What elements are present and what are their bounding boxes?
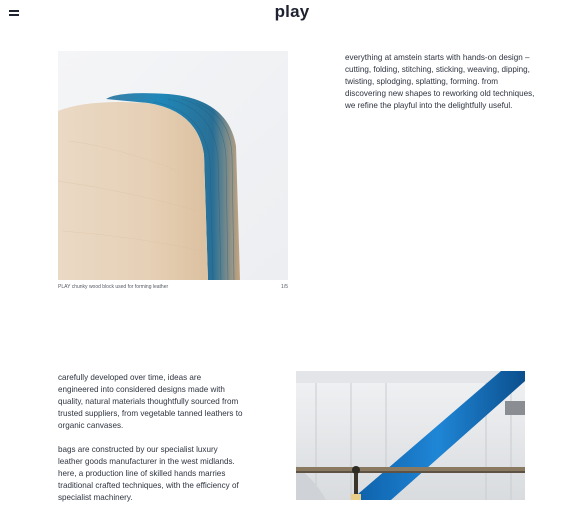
factory-pipe-illustration <box>296 371 525 500</box>
product-image-wood-block[interactable] <box>58 51 288 280</box>
wood-block-illustration <box>58 51 288 280</box>
product-image-factory[interactable] <box>296 371 525 500</box>
intro-paragraph: everything at amstein starts with hands-… <box>345 53 535 110</box>
slide-counter: 1/5 <box>281 284 288 290</box>
site-title[interactable]: play <box>0 2 584 22</box>
caption-text: PLAY chunky wood block used for forming … <box>58 284 169 290</box>
process-section: carefully developed over time, ideas are… <box>58 372 243 516</box>
process-paragraph-2: bags are constructed by our specialist l… <box>58 445 239 502</box>
process-paragraph-1: carefully developed over time, ideas are… <box>58 373 243 430</box>
